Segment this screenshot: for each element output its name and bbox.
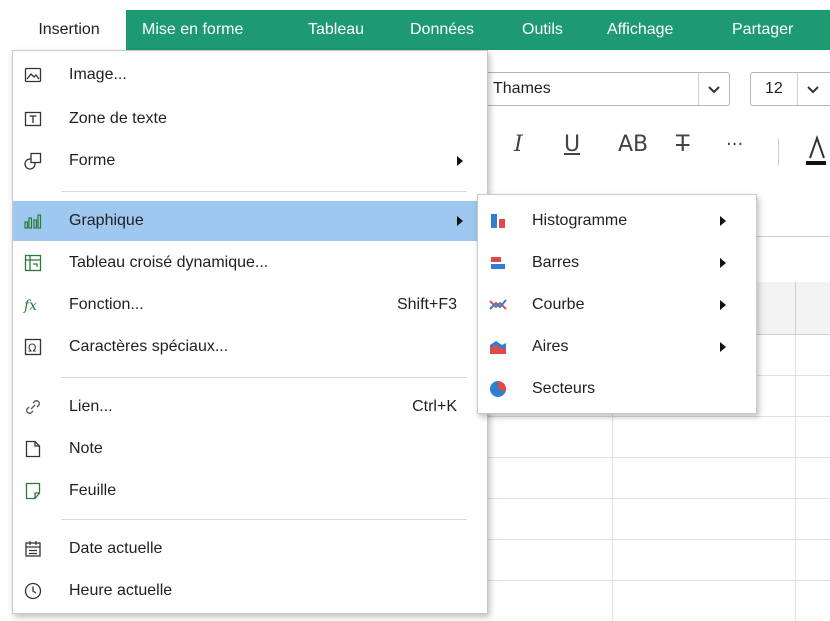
menu-item-label: Caractères spéciaux...: [69, 338, 229, 355]
graphique-submenu: Histogramme Barres Courbe Aires Secteurs: [477, 194, 757, 414]
submenu-arrow-icon: [457, 216, 463, 226]
menu-item-caracteres-speciaux[interactable]: Ω Caractères spéciaux...: [13, 327, 487, 367]
font-size-dropdown[interactable]: [797, 73, 828, 105]
italic-button[interactable]: I: [514, 132, 523, 157]
special-chars-icon: Ω: [24, 338, 42, 356]
submenu-item-label: Secteurs: [532, 380, 596, 397]
font-color-icon: [806, 134, 826, 165]
chart-icon: [24, 214, 42, 229]
area-chart-icon: [490, 341, 506, 354]
menu-item-graphique[interactable]: Graphique: [13, 201, 487, 241]
submenu-item-label: Courbe: [532, 296, 585, 313]
note-icon: [25, 440, 41, 458]
menu-item-label: Heure actuelle: [69, 582, 173, 599]
submenu-item-secteurs[interactable]: Secteurs: [478, 369, 756, 409]
text-box-icon: [24, 111, 42, 127]
font-size-combo[interactable]: 12: [750, 72, 830, 106]
font-color-button[interactable]: [806, 134, 826, 166]
line-chart-icon: [489, 299, 507, 310]
svg-text:fx: fx: [23, 298, 37, 314]
chevron-down-icon: [807, 86, 819, 94]
menu-item-fonction[interactable]: fx Fonction... Shift+F3: [13, 285, 487, 325]
submenu-item-courbe[interactable]: Courbe: [478, 285, 756, 325]
submenu-arrow-icon: [720, 300, 726, 310]
image-icon: [24, 67, 42, 83]
pie-chart-icon: [490, 381, 507, 397]
menu-separator: [61, 519, 467, 520]
insertion-menu: Image... Zone de texte Forme Graphique T…: [12, 50, 488, 614]
font-name-combo[interactable]: Thames: [478, 72, 730, 106]
shape-icon: [24, 152, 42, 170]
menubar: Insertion Mise en forme Tableau Données …: [0, 0, 830, 50]
font-size-value: 12: [765, 80, 783, 97]
menu-item-label: Tableau croisé dynamique...: [69, 254, 269, 271]
submenu-item-label: Histogramme: [532, 212, 628, 229]
menu-item-feuille[interactable]: Feuille: [13, 471, 487, 511]
submenu-item-histogramme[interactable]: Histogramme: [478, 201, 756, 241]
menu-item-lien[interactable]: Lien... Ctrl+K: [13, 387, 487, 427]
menu-item-label: Image...: [69, 66, 127, 83]
menu-tableau[interactable]: Tableau: [308, 10, 364, 50]
menu-item-label: Graphique: [69, 212, 144, 229]
menu-item-label: Fonction...: [69, 296, 144, 313]
menu-item-label: Lien...: [69, 398, 113, 415]
shortcut-label: Shift+F3: [396, 296, 457, 313]
menu-insertion[interactable]: Insertion: [12, 10, 126, 50]
menu-separator: [61, 377, 467, 378]
clock-icon: [24, 582, 42, 600]
sheet-icon: [25, 482, 41, 500]
menu-outils[interactable]: Outils: [522, 10, 563, 50]
font-name-value: Thames: [493, 80, 551, 97]
menu-item-zone-de-texte[interactable]: Zone de texte: [13, 99, 487, 139]
underline-button[interactable]: U: [564, 132, 580, 157]
menu-item-label: Zone de texte: [69, 110, 167, 127]
submenu-item-barres[interactable]: Barres: [478, 243, 756, 283]
menu-donnees[interactable]: Données: [410, 10, 474, 50]
submenu-item-label: Aires: [532, 338, 569, 355]
submenu-item-aires[interactable]: Aires: [478, 327, 756, 367]
menu-item-heure-actuelle[interactable]: Heure actuelle: [13, 571, 487, 611]
all-caps-button[interactable]: AB: [618, 132, 648, 157]
svg-text:Ω: Ω: [28, 342, 36, 355]
column-chart-icon: [491, 214, 505, 228]
pivot-table-icon: [24, 254, 42, 272]
menu-item-forme[interactable]: Forme: [13, 141, 487, 181]
submenu-arrow-icon: [720, 342, 726, 352]
menu-item-label: Feuille: [69, 482, 117, 499]
calendar-icon: [25, 541, 41, 557]
menu-item-label: Note: [69, 440, 103, 457]
menu-item-tableau-croise[interactable]: Tableau croisé dynamique...: [13, 243, 487, 283]
font-name-dropdown[interactable]: [698, 73, 729, 105]
toolbar-divider: [778, 138, 779, 166]
menu-mise-en-forme[interactable]: Mise en forme: [142, 10, 243, 50]
function-icon: fx: [23, 298, 37, 314]
submenu-arrow-icon: [720, 216, 726, 226]
chevron-down-icon: [708, 86, 720, 94]
menu-partager[interactable]: Partager: [732, 10, 793, 50]
bar-chart-icon: [491, 257, 505, 269]
menu-item-note[interactable]: Note: [13, 429, 487, 469]
submenu-item-label: Barres: [532, 254, 580, 271]
menu-item-label: Date actuelle: [69, 540, 163, 557]
submenu-arrow-icon: [457, 156, 463, 166]
link-icon: [26, 400, 40, 414]
menu-item-image[interactable]: Image...: [13, 55, 487, 95]
menu-item-date-actuelle[interactable]: Date actuelle: [13, 529, 487, 569]
submenu-arrow-icon: [720, 258, 726, 268]
more-options-button[interactable]: ···: [726, 134, 743, 155]
menu-separator: [61, 191, 467, 192]
strikethrough-button[interactable]: T: [676, 132, 689, 157]
shortcut-label: Ctrl+K: [412, 398, 457, 415]
menu-affichage[interactable]: Affichage: [607, 10, 673, 50]
menu-item-label: Forme: [69, 152, 116, 169]
